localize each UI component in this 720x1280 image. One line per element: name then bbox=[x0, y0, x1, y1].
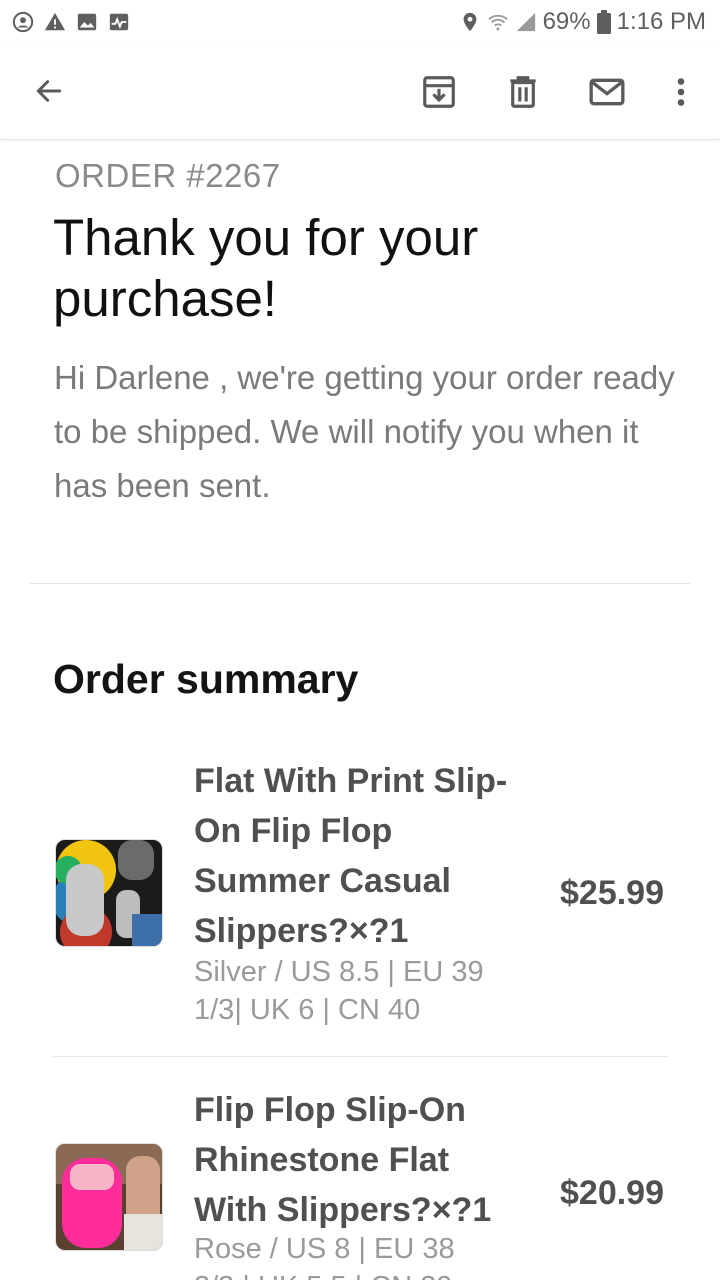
order-item[interactable]: Flip Flop Slip-On Rhinestone Flat With S… bbox=[53, 1085, 668, 1280]
signal-icon bbox=[516, 12, 535, 32]
section-divider bbox=[30, 583, 690, 584]
mail-icon bbox=[589, 78, 625, 106]
wifi-icon bbox=[487, 14, 508, 31]
app-bar bbox=[0, 44, 720, 140]
status-system: 69% 1:16 PM bbox=[459, 8, 706, 36]
account-circle-icon bbox=[12, 11, 34, 33]
activity-icon bbox=[109, 13, 129, 31]
product-variant: Silver / US 8.5 | EU 39 1/3| UK 6 | CN 4… bbox=[194, 956, 484, 1026]
delete-button[interactable] bbox=[501, 70, 545, 114]
order-summary-title: Order summary bbox=[53, 656, 359, 702]
mark-unread-button[interactable] bbox=[585, 70, 629, 114]
item-divider bbox=[53, 1056, 668, 1057]
battery-icon bbox=[596, 10, 611, 34]
more-options-button[interactable] bbox=[659, 70, 703, 114]
location-icon bbox=[463, 12, 476, 32]
email-headline: Thank you for your purchase! bbox=[53, 209, 479, 327]
product-thumbnail[interactable] bbox=[55, 839, 163, 947]
product-variant: Rose / US 8 | EU 38 3/3 | UK 5.5 | CN 39 bbox=[194, 1230, 524, 1280]
warning-icon bbox=[44, 12, 66, 31]
delete-icon bbox=[510, 76, 536, 108]
product-price: $25.99 bbox=[560, 874, 664, 912]
archive-button[interactable] bbox=[417, 70, 461, 114]
product-name: Flat With Print Slip-On Flip Flop Summer… bbox=[194, 762, 508, 950]
product-variant-text: Rose / US 8 | EU 38 bbox=[194, 1233, 455, 1265]
arrow-left-icon bbox=[36, 80, 62, 102]
product-variant-text-clipped: 3/3 | UK 5.5 | CN 39 bbox=[194, 1271, 452, 1280]
archive-icon bbox=[423, 76, 455, 108]
order-item[interactable]: Flat With Print Slip-On Flip Flop Summer… bbox=[53, 756, 668, 1036]
status-notifications bbox=[12, 11, 130, 33]
status-bar: 69% 1:16 PM bbox=[0, 0, 720, 44]
email-intro: Hi Darlene , we're getting your order re… bbox=[54, 359, 675, 504]
image-icon bbox=[77, 13, 97, 31]
product-image bbox=[56, 1144, 162, 1250]
clock: 1:16 PM bbox=[616, 8, 706, 35]
back-button[interactable] bbox=[28, 70, 70, 112]
product-thumbnail[interactable] bbox=[55, 1143, 163, 1251]
product-image bbox=[56, 840, 162, 946]
more-vert-icon bbox=[677, 78, 685, 106]
order-number: ORDER #2267 bbox=[55, 157, 281, 194]
product-price: $20.99 bbox=[560, 1174, 664, 1212]
battery-percent: 69% bbox=[542, 8, 591, 35]
product-name: Flip Flop Slip-On Rhinestone Flat With S… bbox=[194, 1091, 492, 1229]
